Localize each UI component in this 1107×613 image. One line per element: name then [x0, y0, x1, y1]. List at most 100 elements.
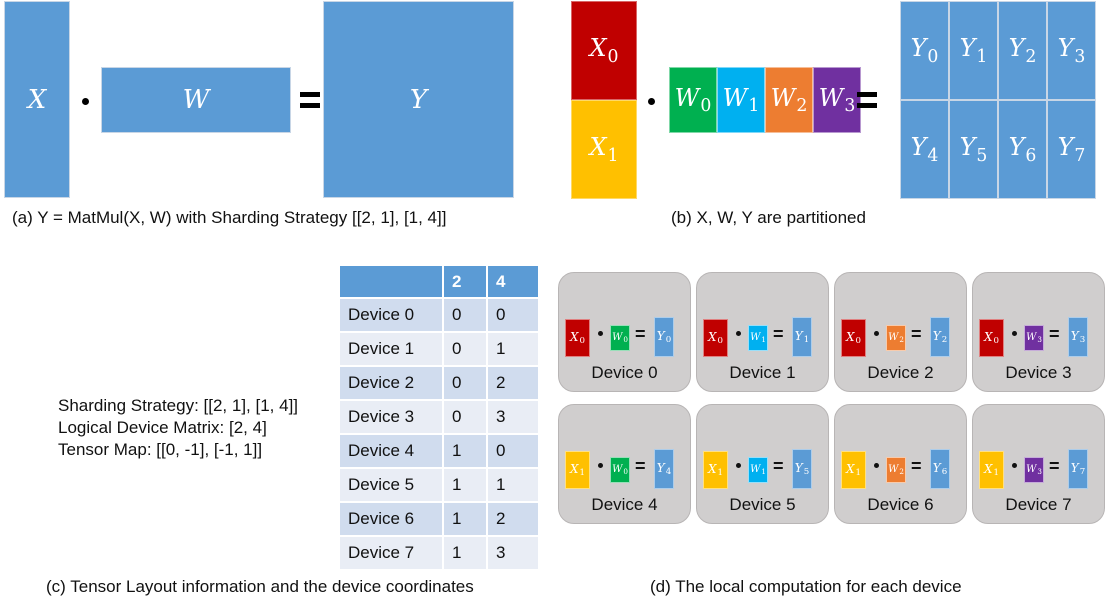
device-card: X1 W3 = Y7 Device 7: [972, 404, 1105, 524]
w-partition-label: W3: [819, 84, 856, 116]
y-block-label-subscript: 3: [1079, 335, 1086, 346]
coordinate-cell: 0: [443, 399, 488, 434]
w-partition-label-base: W: [818, 83, 844, 112]
x-block-label: X1: [570, 462, 585, 479]
y-partition-label-subscript: 7: [1074, 145, 1086, 166]
x-block: X0: [841, 319, 866, 357]
x-block-label: X1: [708, 462, 723, 479]
w-partition-label-subscript: 0: [700, 96, 712, 117]
multiply-dot: [874, 463, 879, 468]
w-block: W0: [610, 457, 630, 483]
device-name-cell: Device 2: [340, 365, 444, 400]
w-block-label-subscript: 2: [899, 467, 904, 477]
y-block: Y4: [654, 449, 674, 489]
tensor-map-text: Tensor Map: [[0, -1], [-1, 1]]: [58, 440, 263, 459]
y-block-label-subscript: 5: [803, 467, 810, 478]
x-block-label-base: X: [983, 329, 993, 344]
x-partition-label: X0: [589, 34, 618, 66]
table-header-row: 2 4: [340, 266, 538, 298]
y-block-label-base: Y: [794, 328, 803, 343]
device-name-cell: Device 1: [340, 331, 444, 366]
coordinate-cell: 1: [443, 433, 488, 468]
equals-sign: =: [773, 324, 784, 344]
x-block-label-subscript: 1: [717, 468, 724, 479]
x-block-label-base: X: [707, 329, 717, 344]
x-block-label-subscript: 0: [717, 336, 724, 347]
multiply-dot: [82, 98, 89, 105]
w-block-label: W0: [612, 332, 628, 344]
w-block-label: W2: [888, 332, 904, 344]
equals-sign: =: [1049, 456, 1060, 476]
device-label: Device 7: [1005, 495, 1072, 514]
w-block-label-subscript: 1: [761, 467, 766, 477]
device-name-cell: Device 7: [340, 535, 444, 569]
w-partition-label-subscript: 3: [844, 96, 856, 117]
device-name-cell: Device 5: [340, 467, 444, 502]
x-block: X0: [979, 319, 1004, 357]
equals-sign: [857, 92, 877, 109]
w-block-label-subscript: 3: [1037, 335, 1042, 345]
w-block-label: W0: [612, 464, 628, 476]
y-block-label-subscript: 0: [665, 335, 672, 346]
y-partition-label-base: Y: [910, 34, 927, 63]
y-partition-label-base: Y: [1008, 34, 1025, 63]
x-partition-1: X1: [571, 100, 637, 199]
y-partition-label-subscript: 4: [927, 145, 939, 166]
device-card: X0 W2 = Y2 Device 2: [834, 272, 967, 392]
w-block-label: W1: [750, 464, 766, 476]
x-block-label-subscript: 1: [579, 468, 586, 479]
y-partition-label-base: Y: [959, 133, 976, 162]
matrix-w: W: [101, 67, 291, 133]
y-partition-label: Y4: [911, 133, 939, 165]
y-partition-label: Y6: [1009, 133, 1037, 165]
table-header-cell: 2: [443, 266, 488, 298]
x-partition-label-base: X: [589, 133, 607, 162]
y-block-label: Y3: [1071, 329, 1085, 346]
x-block-label-subscript: 0: [579, 336, 586, 347]
matrix-w-label: W: [182, 85, 210, 115]
y-block: Y0: [654, 317, 674, 357]
equals-sign: =: [1049, 324, 1060, 344]
x-block-label: X1: [984, 462, 999, 479]
w-partition-1: W1: [717, 67, 765, 133]
y-partition-6: Y6: [998, 100, 1047, 199]
table-row: Device 612: [340, 501, 538, 536]
y-block: Y7: [1068, 449, 1088, 489]
sharding-strategy-text: Sharding Strategy: [[2, 1], [1, 4]]: [58, 396, 299, 415]
y-partition-label-base: Y: [910, 133, 927, 162]
y-partition-label-base: Y: [959, 34, 976, 63]
y-block: Y5: [792, 449, 812, 489]
w-block-label: W1: [750, 332, 766, 344]
y-block-label-base: Y: [1070, 328, 1079, 343]
w-block: W1: [748, 325, 768, 351]
equals-sign: =: [635, 324, 646, 344]
multiply-dot: [1012, 463, 1017, 468]
w-partition-label-base: W: [770, 83, 796, 112]
y-block-label-subscript: 2: [941, 335, 948, 346]
multiply-dot: [598, 331, 603, 336]
x-block-label: X0: [708, 330, 723, 347]
w-block: W2: [886, 457, 906, 483]
x-block-label-base: X: [569, 329, 579, 344]
caption-d: (d) The local computation for each devic…: [650, 577, 962, 596]
w-block-label: W3: [1026, 332, 1042, 344]
w-partition-label-base: W: [722, 83, 748, 112]
equals-sign: =: [911, 324, 922, 344]
x-partition-0: X0: [571, 1, 637, 100]
multiply-dot: [1012, 331, 1017, 336]
y-partition-label-base: Y: [1057, 133, 1074, 162]
w-block-label-subscript: 0: [623, 335, 628, 345]
coordinate-cell: 1: [487, 467, 538, 502]
y-block: Y1: [792, 317, 812, 357]
device-matrix-text: Logical Device Matrix: [2, 4]: [58, 418, 267, 437]
y-block-label-base: Y: [656, 460, 665, 475]
w-block-label-subscript: 1: [761, 335, 766, 345]
y-block-label: Y5: [795, 461, 809, 478]
x-block: X1: [565, 451, 590, 489]
x-block-label: X0: [984, 330, 999, 347]
y-block-label-subscript: 6: [941, 467, 948, 478]
w-block-label-base: W: [612, 331, 623, 343]
w-block-label-base: W: [1026, 463, 1037, 475]
device-label: Device 4: [591, 495, 658, 514]
w-block-label: W3: [1026, 464, 1042, 476]
